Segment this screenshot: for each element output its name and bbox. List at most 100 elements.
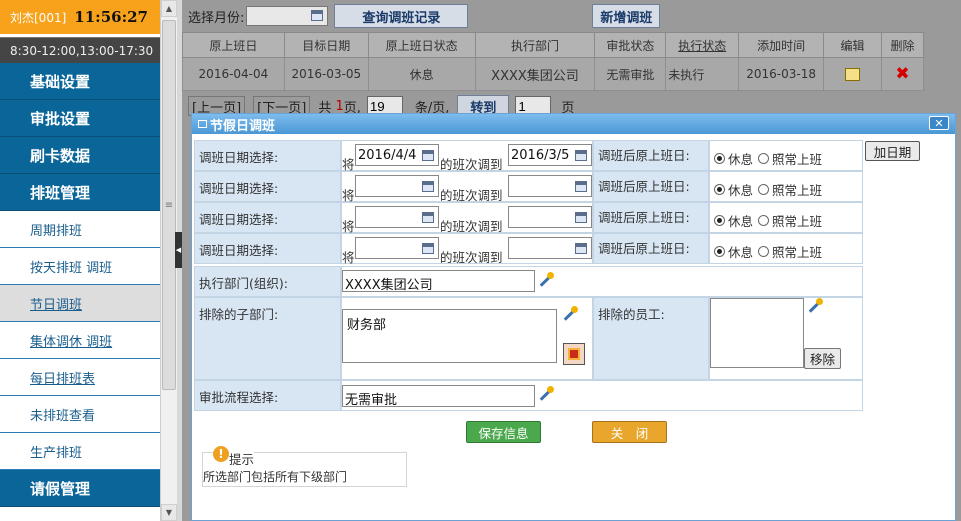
radio-rest[interactable]: 休息 (714, 211, 753, 230)
radio-checked-icon[interactable] (714, 215, 725, 226)
excl-staff-list[interactable] (710, 298, 804, 368)
calendar-icon[interactable] (575, 212, 587, 223)
column-header[interactable]: 执行状态 (665, 32, 740, 58)
calendar-icon[interactable] (311, 10, 324, 21)
dialog-header: 节假日调班 ✕ (192, 114, 955, 134)
radio-rest-label: 休息 (728, 214, 754, 229)
clear-subdept-icon[interactable] (563, 343, 585, 365)
sidebar-item-11[interactable]: 请假管理 (0, 470, 160, 507)
edit-icon[interactable] (845, 68, 861, 81)
sidebar-item-label: 未排班查看 (30, 408, 96, 424)
exec-dept-field[interactable]: XXXX集团公司 (342, 270, 535, 293)
excl-subdept-list[interactable]: 财务部 (342, 309, 557, 363)
delete-cell[interactable]: ✖ (880, 57, 925, 91)
subdept-picker-icon[interactable] (562, 306, 578, 322)
from-date-input[interactable] (355, 237, 439, 259)
cell-orig-date: 2016-04-04 (182, 57, 285, 91)
add-date-button[interactable]: 加日期 (865, 141, 920, 161)
add-shift-button[interactable]: 新增调班 (592, 4, 661, 28)
radio-rest[interactable]: 休息 (714, 242, 753, 261)
staff-picker-icon[interactable] (807, 298, 823, 314)
sidebar-item-label: 集体调休 调班 (30, 334, 113, 350)
radio-work[interactable]: 照常上班 (758, 211, 822, 230)
radio-unchecked-icon[interactable] (758, 215, 769, 226)
sidebar-item-1[interactable]: 审批设置 (0, 100, 160, 137)
radio-unchecked-icon[interactable] (758, 246, 769, 257)
sidebar-item-6[interactable]: 节日调班 (0, 285, 160, 322)
exec-dept-row: 执行部门(组织): XXXX集团公司 (194, 266, 863, 297)
radio-checked-icon[interactable] (714, 184, 725, 195)
column-header: 原上班日状态 (367, 32, 476, 58)
records-table: 原上班日 目标日期 原上班日状态 执行部门 审批状态 执行状态 添加时间 编辑 删除 2016-… (182, 32, 925, 91)
calendar-icon[interactable] (575, 181, 587, 192)
sidebar-item-9[interactable]: 未排班查看 (0, 396, 160, 433)
radio-unchecked-icon[interactable] (758, 153, 769, 164)
radio-rest-label: 休息 (728, 152, 754, 167)
radio-checked-icon[interactable] (714, 153, 725, 164)
to-date-input[interactable] (508, 175, 592, 197)
sidebar-item-4[interactable]: 周期排班 (0, 211, 160, 248)
month-input[interactable] (246, 6, 329, 26)
sidebar-item-label: 生产排班 (30, 445, 83, 461)
sidebar: 刘杰[001] 11:56:27 8:30-12:00,13:00-17:30 … (0, 0, 160, 521)
to-date-input[interactable] (508, 206, 592, 228)
sidebar-item-5[interactable]: 按天排班 调班 (0, 248, 160, 285)
cell-dept: XXXX集团公司 (474, 57, 596, 91)
remove-button[interactable]: 移除 (804, 348, 841, 369)
sidebar-item-10[interactable]: 生产排班 (0, 433, 160, 470)
dialog-close-icon[interactable]: ✕ (929, 116, 949, 130)
scroll-thumb[interactable]: ≡ (162, 20, 176, 390)
radio-rest-label: 休息 (728, 245, 754, 260)
from-date-input[interactable]: 2016/4/4 (355, 144, 439, 166)
delete-icon[interactable]: ✖ (895, 64, 909, 84)
radio-rest[interactable]: 休息 (714, 180, 753, 199)
collapse-arrow-icon[interactable]: ◀ (175, 232, 182, 268)
query-records-button[interactable]: 查询调班记录 (334, 4, 469, 28)
from-date-input[interactable] (355, 206, 439, 228)
table-row: 2016-04-04 2016-03-05 休息 XXXX集团公司 无需审批 未… (182, 57, 925, 91)
radio-rest[interactable]: 休息 (714, 149, 753, 168)
sidebar-item-label: 基础设置 (30, 72, 91, 91)
nav-menu: 基础设置审批设置 刷卡数据 排班管理 周期排班 按天排班 调班 节日调班集体调休 调班每日… (0, 63, 160, 507)
edit-cell[interactable] (823, 57, 882, 91)
radio-work[interactable]: 照常上班 (758, 180, 822, 199)
calendar-icon[interactable] (422, 150, 434, 161)
to-date-input[interactable] (508, 237, 592, 259)
from-date-input[interactable] (355, 175, 439, 197)
after-label: 调班后原上班日: (593, 202, 709, 233)
sidebar-item-3[interactable]: 排班管理 (0, 174, 160, 211)
date-row-label: 调班日期选择: (194, 171, 341, 202)
radio-work[interactable]: 照常上班 (758, 242, 822, 261)
dialog-title: 节假日调班 (210, 118, 276, 134)
tip-box: ! 提示 所选部门包括所有下级部门 (202, 446, 407, 487)
sidebar-item-7[interactable]: 集体调休 调班 (0, 322, 160, 359)
user-bar: 刘杰[001] 11:56:27 (0, 0, 160, 34)
calendar-icon[interactable] (575, 150, 587, 161)
radio-checked-icon[interactable] (714, 246, 725, 257)
user-name: 刘杰[001] (10, 10, 67, 25)
radio-unchecked-icon[interactable] (758, 184, 769, 195)
calendar-icon[interactable] (422, 181, 434, 192)
flow-field[interactable]: 无需审批 (342, 385, 535, 408)
flow-picker-icon[interactable] (538, 386, 554, 402)
sidebar-item-0[interactable]: 基础设置 (0, 63, 160, 100)
radio-work[interactable]: 照常上班 (758, 149, 822, 168)
month-label: 选择月份: (188, 10, 245, 26)
date-row-label: 调班日期选择: (194, 202, 341, 233)
scroll-up-icon[interactable]: ▲ (161, 0, 177, 17)
calendar-icon[interactable] (575, 243, 587, 254)
dept-picker-icon[interactable] (538, 272, 554, 288)
calendar-icon[interactable] (422, 212, 434, 223)
calendar-icon[interactable] (422, 243, 434, 254)
radio-rest-label: 休息 (728, 183, 754, 198)
column-header: 目标日期 (283, 32, 369, 58)
to-date-input[interactable]: 2016/3/5 (508, 144, 592, 166)
sidebar-item-8[interactable]: 每日排班表 (0, 359, 160, 396)
scroll-down-icon[interactable]: ▼ (161, 504, 177, 521)
save-button[interactable]: 保存信息 (466, 421, 541, 443)
close-button[interactable]: 关 闭 (592, 421, 667, 443)
column-header: 执行部门 (474, 32, 596, 58)
date-row: 调班日期选择: 将 2016/4/4 的班次调到 2016/3/5 调班后原上班日: 休息照… (194, 140, 863, 172)
window-icon (198, 120, 207, 128)
sidebar-item-2[interactable]: 刷卡数据 (0, 137, 160, 174)
